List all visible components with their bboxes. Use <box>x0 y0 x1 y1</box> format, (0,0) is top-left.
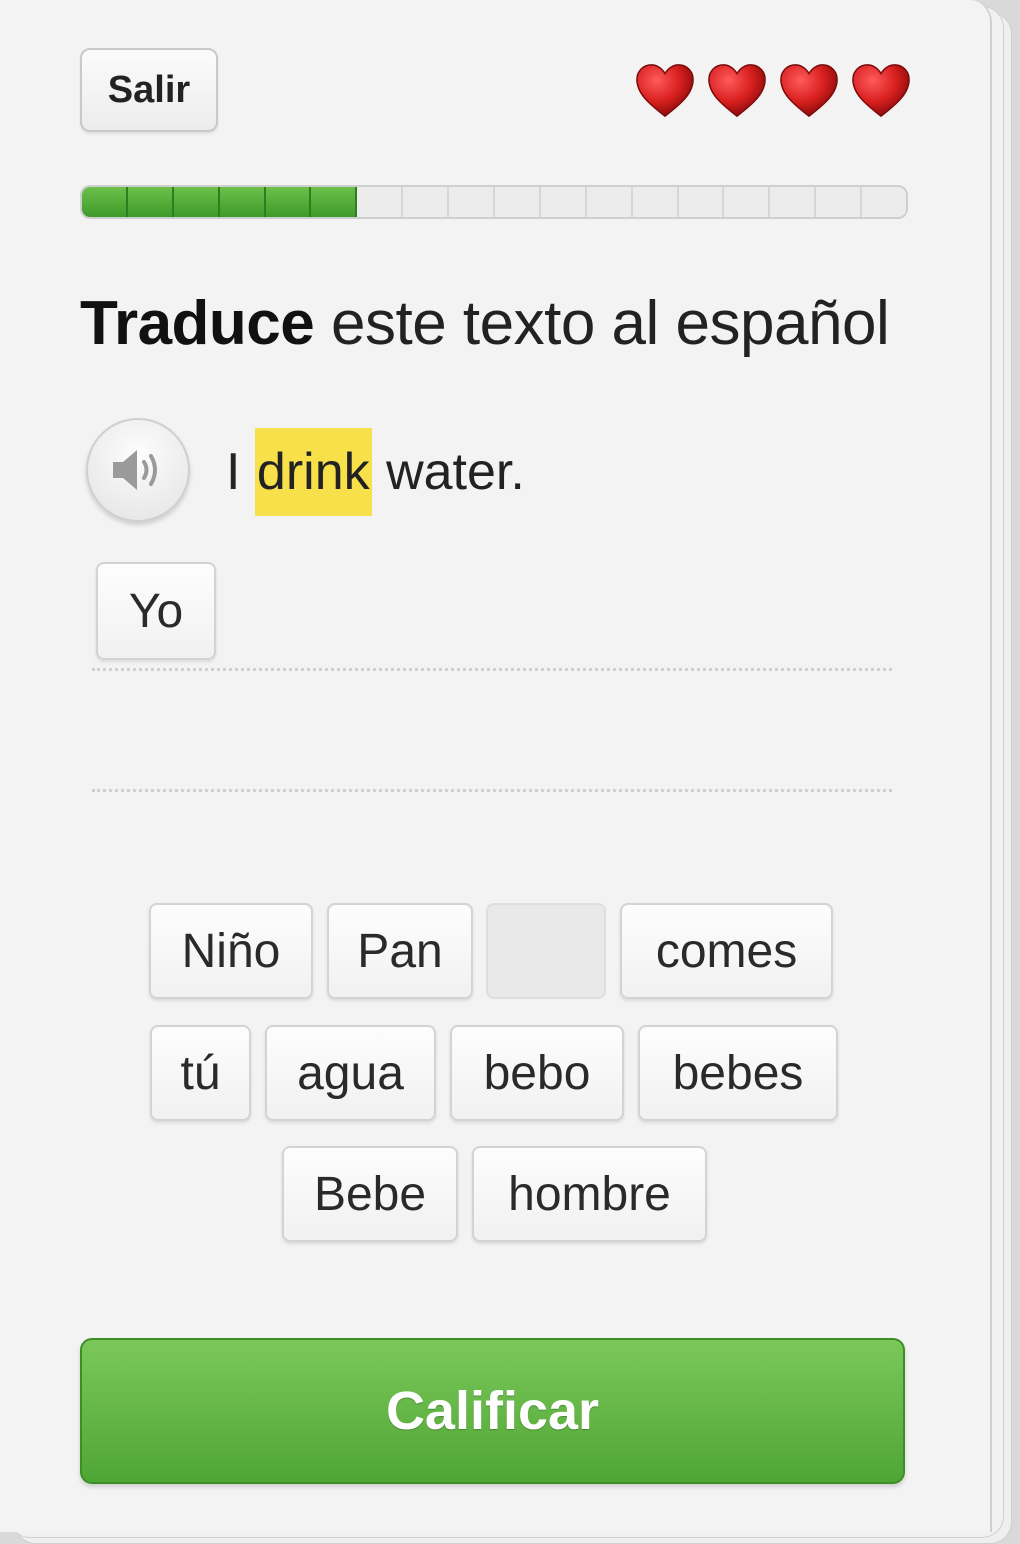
source-sentence: I drink water. <box>226 428 525 516</box>
used-word-slot <box>486 903 606 999</box>
progress-segment-complete <box>311 187 358 217</box>
progress-segment-complete <box>173 187 220 217</box>
lesson-progress-bar <box>80 185 908 219</box>
progress-segment <box>679 187 725 217</box>
progress-segment-complete <box>265 187 312 217</box>
answer-line <box>92 789 892 792</box>
word-tile[interactable]: Bebe <box>282 1146 458 1242</box>
progress-segment <box>357 187 404 217</box>
progress-segment <box>633 187 679 217</box>
lives-hearts <box>634 60 912 122</box>
progress-segment-complete <box>127 187 174 217</box>
progress-segment-complete <box>219 187 266 217</box>
progress-segment <box>724 187 771 217</box>
word-tile[interactable]: bebes <box>638 1025 838 1121</box>
progress-segment <box>403 187 450 217</box>
word-tile[interactable]: tú <box>150 1025 251 1121</box>
heart-icon <box>636 64 694 118</box>
word-tile[interactable]: hombre <box>472 1146 707 1242</box>
progress-segment <box>449 187 496 217</box>
instruction-rest: este texto al español <box>314 289 890 358</box>
word-tile[interactable]: bebo <box>450 1025 624 1121</box>
progress-segment <box>862 187 906 217</box>
word-tile[interactable]: agua <box>265 1025 436 1121</box>
exit-button[interactable]: Salir <box>80 48 218 132</box>
progress-segment-complete <box>82 187 128 217</box>
sentence-part: water. <box>371 443 525 501</box>
word-tile[interactable]: comes <box>620 903 833 999</box>
instruction-verb: Traduce <box>80 289 315 358</box>
lesson-card: Salir Traduce este texto al español I dr… <box>0 0 992 1532</box>
speaker-icon <box>113 450 157 490</box>
heart-icon <box>780 64 838 118</box>
progress-segment <box>495 187 541 217</box>
highlighted-word[interactable]: drink <box>254 428 372 516</box>
sentence-part: I <box>226 443 255 501</box>
progress-segment <box>587 187 633 217</box>
progress-segment <box>541 187 587 217</box>
answer-line <box>92 668 892 671</box>
play-audio-button[interactable] <box>86 418 190 522</box>
answer-tile[interactable]: Yo <box>96 562 216 660</box>
check-answer-button[interactable]: Calificar <box>80 1338 905 1484</box>
word-tile[interactable]: Niño <box>149 903 313 999</box>
instruction-title: Traduce este texto al español <box>80 288 890 359</box>
heart-icon <box>708 64 766 118</box>
heart-icon <box>852 64 910 118</box>
progress-segment <box>770 187 817 217</box>
progress-segment <box>816 187 863 217</box>
word-tile[interactable]: Pan <box>327 903 473 999</box>
